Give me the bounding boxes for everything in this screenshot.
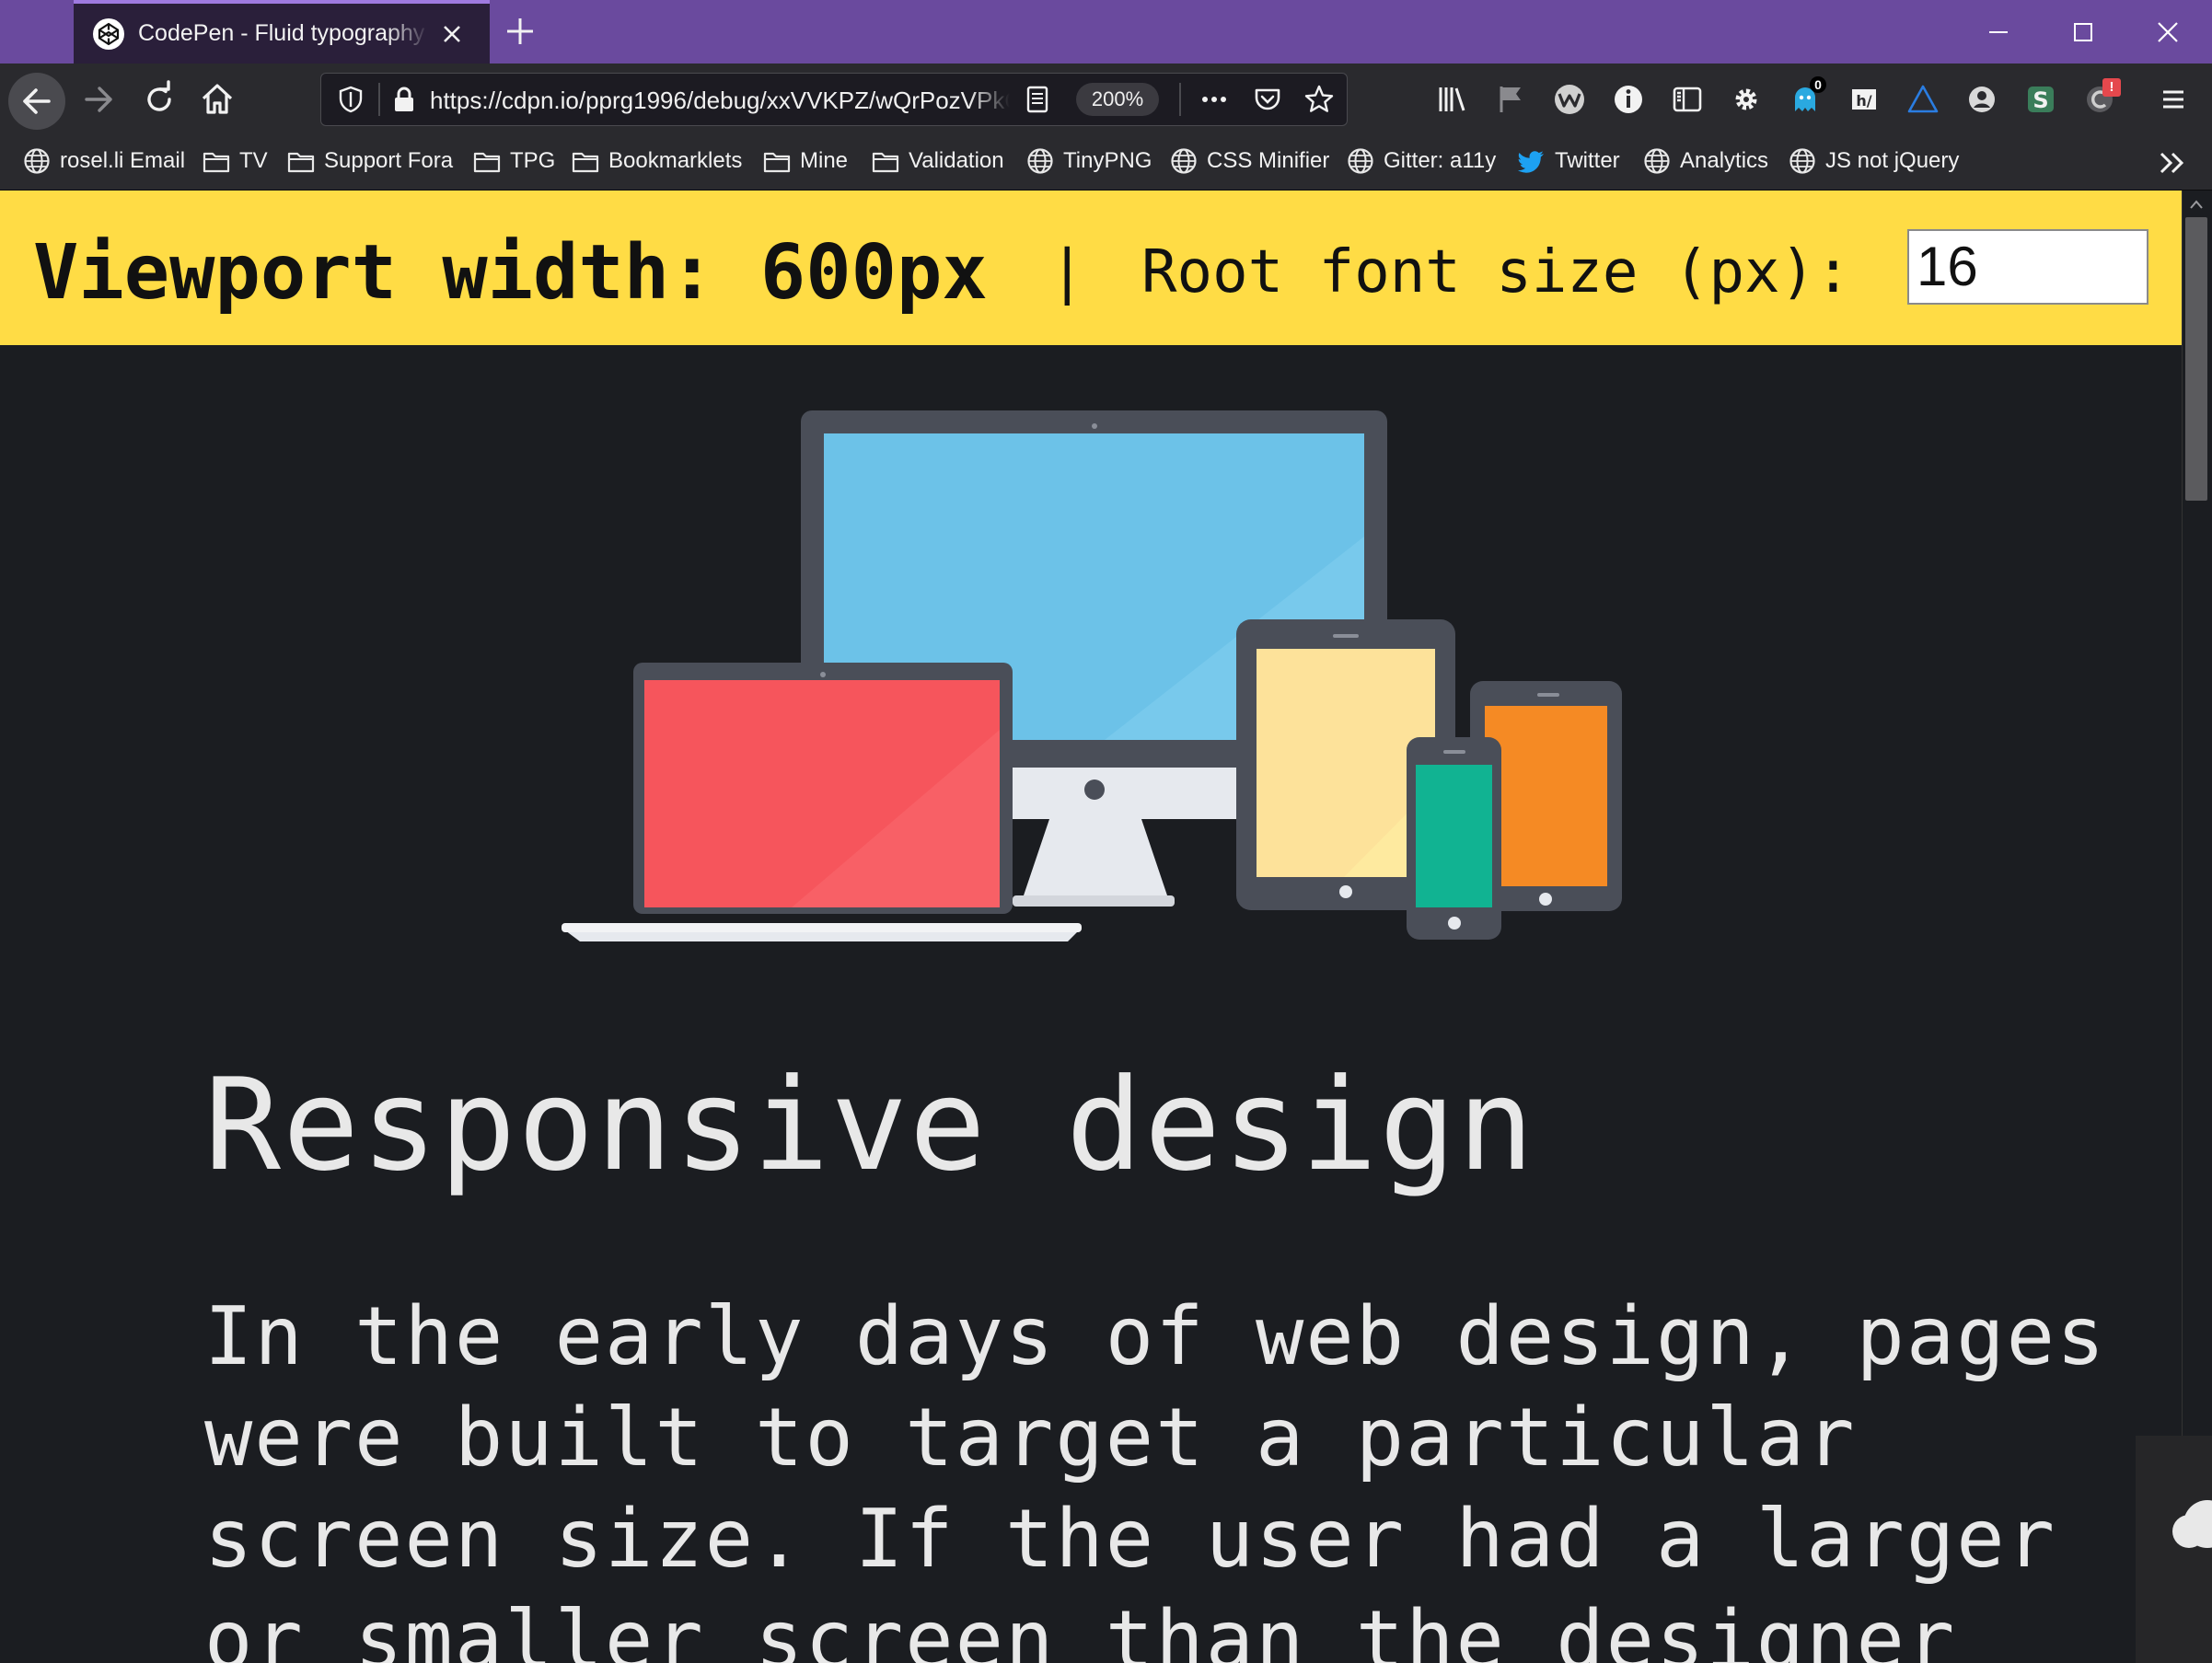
tab-title: CodePen - Fluid typography example (138, 20, 429, 46)
body-paragraph: In the early days of web design, pages w… (204, 1289, 2107, 1663)
globe-icon (1027, 148, 1053, 174)
bookmark-label: rosel.li Email (60, 148, 186, 173)
title-bar: CodePen - Fluid typography example (0, 0, 2212, 64)
tab-codepen[interactable]: CodePen - Fluid typography example (74, 0, 490, 64)
globe-icon (1644, 148, 1670, 174)
bookmark-folder-validation[interactable]: Validation (871, 146, 1004, 176)
bookmark-folder-tpg[interactable]: TPG (472, 146, 555, 176)
sidebar-toggle-icon[interactable] (1670, 82, 1705, 117)
bookmark-label: Mine (800, 148, 849, 173)
root-font-size-value: 16 (1917, 236, 1978, 297)
folder-icon (763, 152, 791, 173)
bookmark-label: Twitter (1555, 148, 1620, 173)
minimize-icon[interactable] (1981, 15, 2016, 50)
stylus-extension-icon[interactable]: S (2023, 82, 2058, 117)
back-button[interactable] (8, 73, 65, 130)
viewport-info-bar: Viewport width: 600px | Root font size (… (0, 191, 2182, 345)
root-font-size-label: Root font size (px): (1141, 238, 1851, 306)
color-contrast-extension[interactable]: ! (2082, 78, 2121, 119)
floating-widget[interactable] (2136, 1436, 2212, 1663)
root-font-size-input[interactable]: 16 (1907, 229, 2148, 305)
url-divider (378, 83, 380, 116)
bookmark-label: TinyPNG (1063, 148, 1152, 173)
library-icon[interactable] (1434, 82, 1469, 117)
cloud-icon (2172, 1500, 2212, 1548)
accessibility-triangle-icon[interactable] (1905, 82, 1940, 117)
page-actions-menu-icon[interactable] (1198, 83, 1231, 116)
bookmark-folder-bookmarklets[interactable]: Bookmarklets (571, 146, 742, 176)
bookmark-js-not-jquery[interactable]: JS not jQuery (1788, 146, 1959, 176)
reload-icon[interactable] (138, 78, 180, 121)
bookmark-label: Bookmarklets (608, 148, 743, 173)
url-text[interactable]: https://cdpn.io/pprg1996/debug/xxVVKPZ/w… (430, 87, 1010, 115)
globe-icon (1171, 148, 1197, 174)
bookmark-analytics[interactable]: Analytics (1642, 146, 1768, 176)
close-window-icon[interactable] (2150, 15, 2185, 50)
close-tab-icon[interactable] (438, 20, 466, 48)
headings-map-icon[interactable]: h/ (1847, 82, 1882, 117)
folder-icon (572, 152, 599, 173)
ghostery-count-badge: 0 (1810, 76, 1826, 93)
bookmark-star-icon[interactable] (1303, 83, 1336, 116)
bookmark-folder-support-fora[interactable]: Support Fora (286, 146, 453, 176)
bookmark-label: Validation (909, 148, 1004, 173)
bookmark-rosel-email[interactable]: rosel.li Email (22, 146, 185, 176)
bookmark-css-minifier[interactable]: CSS Minifier (1169, 146, 1329, 176)
flag-icon[interactable] (1493, 82, 1528, 117)
svg-text:h/: h/ (1856, 92, 1871, 110)
hamburger-menu-icon[interactable] (2156, 82, 2191, 117)
globe-icon (24, 148, 50, 174)
codepen-favicon-icon (93, 17, 124, 50)
folder-icon (203, 152, 230, 173)
page-content: Viewport width: 600px | Root font size (… (0, 191, 2182, 1663)
bookmark-folder-tv[interactable]: TV (202, 146, 268, 176)
new-tab-plus-icon[interactable] (502, 13, 539, 50)
maximize-icon[interactable] (2066, 15, 2101, 50)
viewport-width-label: Viewport width: 600px (33, 229, 988, 317)
responsive-devices-illustration (562, 410, 1622, 941)
tracking-shield-icon[interactable] (334, 83, 367, 116)
info-extension-icon[interactable] (1611, 82, 1646, 117)
folder-icon (287, 152, 315, 173)
url-divider (1179, 83, 1181, 116)
folder-icon (473, 152, 501, 173)
lock-icon[interactable] (388, 83, 421, 116)
scroll-up-arrow-icon[interactable] (2185, 195, 2207, 214)
ghostery-extension[interactable]: 0 (1788, 76, 1826, 119)
bookmark-label: Gitter: a11y (1384, 148, 1497, 173)
home-icon[interactable] (196, 78, 238, 121)
bookmark-label: TPG (510, 148, 556, 173)
bookmark-folder-mine[interactable]: Mine (762, 146, 848, 176)
bookmark-label: JS not jQuery (1825, 148, 1960, 173)
section-heading: Responsive design (204, 1051, 1536, 1199)
folder-icon (872, 152, 899, 173)
globe-icon (1789, 148, 1815, 174)
wave-extension-icon[interactable] (1552, 82, 1587, 117)
forward-arrow-icon[interactable] (77, 78, 120, 121)
globe-icon (1348, 148, 1373, 174)
bookmark-twitter[interactable]: Twitter (1517, 146, 1620, 176)
navigation-toolbar: https://cdpn.io/pprg1996/debug/xxVVKPZ/w… (0, 64, 2212, 135)
bookmark-label: Support Fora (324, 148, 454, 173)
back-arrow-icon (23, 88, 51, 114)
bookmark-tinypng[interactable]: TinyPNG (1025, 146, 1152, 176)
zoom-level-badge[interactable]: 200% (1076, 83, 1159, 116)
address-bar[interactable]: https://cdpn.io/pprg1996/debug/xxVVKPZ/w… (320, 73, 1348, 126)
settings-gear-icon[interactable] (1729, 82, 1764, 117)
svg-text:S: S (2032, 87, 2048, 113)
alert-badge: ! (2102, 78, 2121, 97)
bookmark-label: Analytics (1680, 148, 1769, 173)
bookmarks-toolbar: rosel.li Email TV Support Fora TPG Bookm… (0, 135, 2212, 191)
bookmark-label: CSS Minifier (1207, 148, 1330, 173)
bookmark-label: TV (239, 148, 268, 173)
scrollbar-thumb[interactable] (2185, 217, 2207, 501)
reader-view-icon[interactable] (1021, 83, 1054, 116)
account-profile-icon[interactable] (1964, 82, 1999, 117)
bookmarks-overflow-chevron-icon[interactable] (2154, 144, 2191, 181)
bookmark-gitter-a11y[interactable]: Gitter: a11y (1346, 146, 1496, 176)
pocket-icon[interactable] (1251, 83, 1284, 116)
twitter-bird-icon (1518, 151, 1544, 173)
separator: | (1049, 238, 1085, 306)
